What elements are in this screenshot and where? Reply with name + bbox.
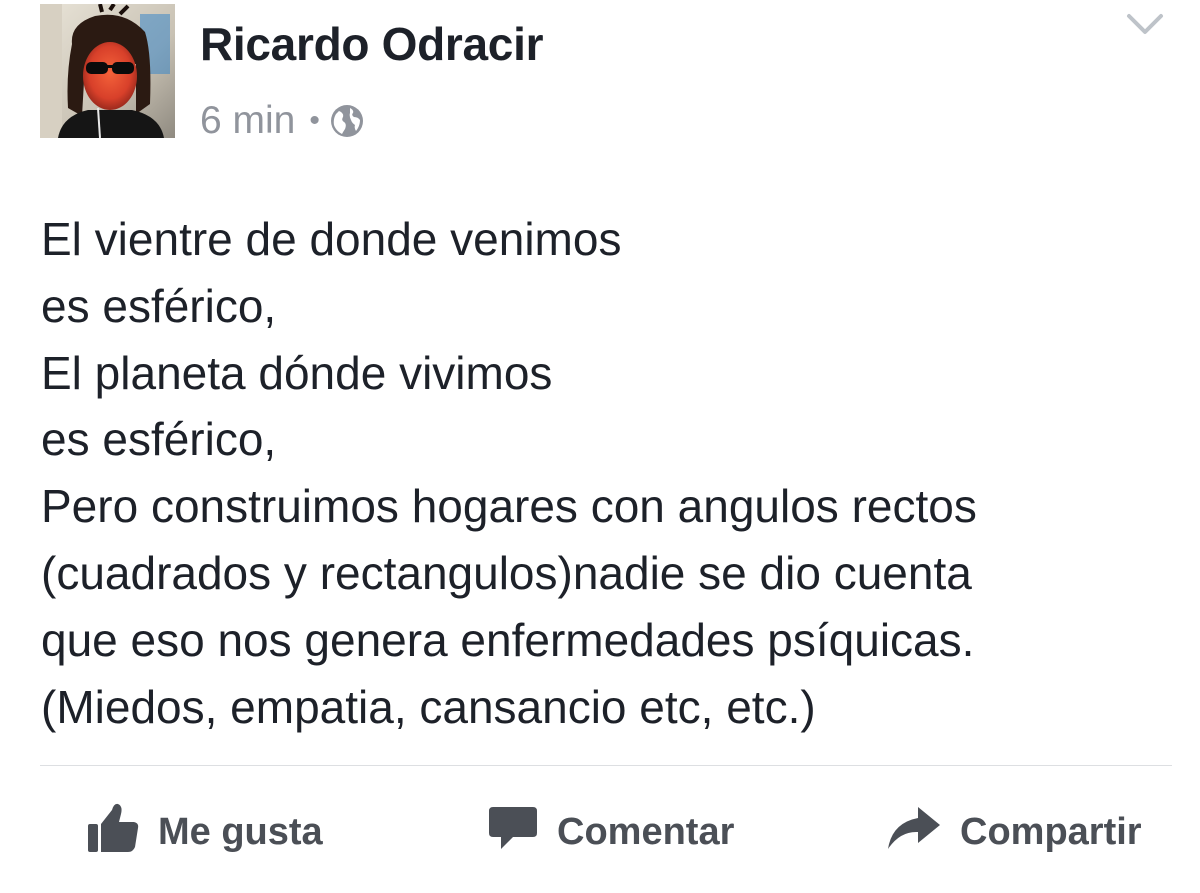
comment-button[interactable]: Comentar [487, 790, 734, 874]
post-text-line: (cuadrados y rectangulos)nadie se dio cu… [41, 546, 972, 599]
post-text-line: Pero construimos hogares con angulos rec… [41, 480, 977, 533]
post-meta: 6 min • [200, 96, 364, 146]
chevron-down-icon[interactable] [1125, 10, 1165, 38]
post-text-line: que eso nos genera enfermedades psíquica… [41, 613, 975, 666]
avatar[interactable] [40, 4, 175, 138]
thumbs-up-icon [86, 800, 140, 864]
like-button[interactable]: Me gusta [86, 790, 323, 874]
comment-bubble-icon [487, 801, 539, 863]
share-button[interactable]: Compartir [886, 790, 1142, 874]
post-text: El vientre de donde venimos es esférico,… [41, 206, 1161, 740]
post-text-line: es esférico, [41, 279, 277, 332]
globe-icon[interactable] [330, 104, 364, 138]
like-label: Me gusta [158, 810, 323, 853]
meta-separator: • [309, 104, 320, 137]
divider [40, 765, 1172, 766]
profile-photo [40, 4, 175, 138]
post-text-line: es esférico, [41, 413, 277, 466]
post-timestamp[interactable]: 6 min [200, 99, 295, 143]
facebook-post: Ricardo Odracir 6 min • El vientre de do… [0, 0, 1200, 893]
share-arrow-icon [886, 803, 942, 861]
comment-label: Comentar [557, 810, 735, 853]
action-bar: Me gusta Comentar Compartir [0, 790, 1200, 874]
post-text-line: El planeta dónde vivimos [41, 346, 553, 399]
post-text-line: (Miedos, empatia, cansancio etc, etc.) [41, 680, 816, 733]
post-text-line: El vientre de donde venimos [41, 213, 622, 265]
author-name[interactable]: Ricardo Odracir [200, 16, 543, 72]
share-label: Compartir [960, 810, 1142, 853]
